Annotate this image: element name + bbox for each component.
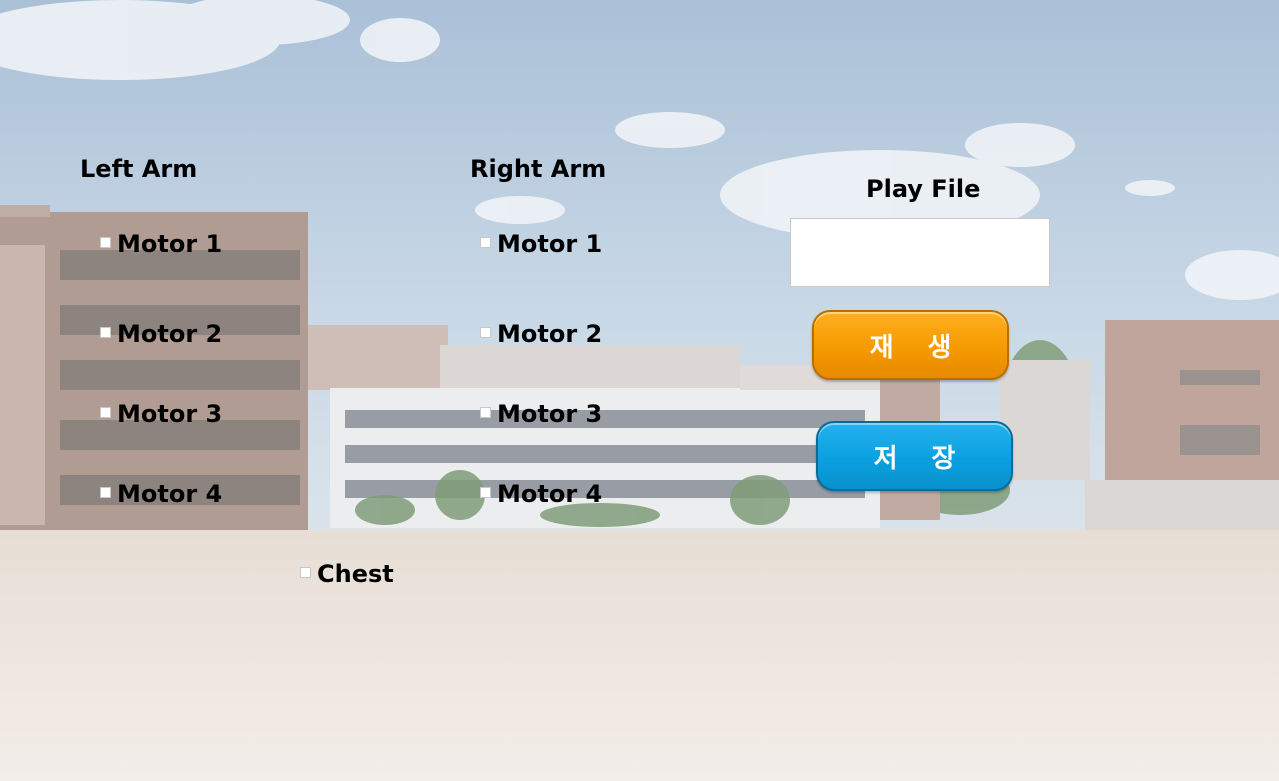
left-arm-motor-1-label: Motor 1 xyxy=(117,230,223,258)
right-arm-heading: Right Arm xyxy=(470,155,607,183)
left-arm-heading: Left Arm xyxy=(80,155,198,183)
left-arm-motor-4-checkbox[interactable] xyxy=(100,486,111,498)
left-arm-motor-2-row[interactable]: Motor 2 xyxy=(100,320,222,348)
right-arm-motor-1-label: Motor 1 xyxy=(497,230,603,258)
left-arm-motor-3-checkbox[interactable] xyxy=(100,406,111,418)
save-button[interactable]: 저장 xyxy=(816,421,1013,491)
left-arm-motor-3-row[interactable]: Motor 3 xyxy=(100,400,222,428)
right-arm-motor-3-row[interactable]: Motor 3 xyxy=(480,400,602,428)
left-arm-motor-4-row[interactable]: Motor 4 xyxy=(100,480,222,508)
chest-label: Chest xyxy=(317,560,394,588)
right-arm-motor-2-label: Motor 2 xyxy=(497,320,603,348)
left-arm-motor-4-label: Motor 4 xyxy=(117,480,223,508)
play-button[interactable]: 재생 xyxy=(812,310,1009,380)
right-arm-motor-3-checkbox[interactable] xyxy=(480,406,491,418)
left-arm-motor-3-label: Motor 3 xyxy=(117,400,223,428)
chest-row[interactable]: Chest xyxy=(300,560,394,588)
right-arm-motor-4-checkbox[interactable] xyxy=(480,486,491,498)
right-arm-motor-3-label: Motor 3 xyxy=(497,400,603,428)
play-file-input[interactable] xyxy=(790,218,1050,287)
chest-checkbox[interactable] xyxy=(300,566,311,578)
right-arm-motor-4-row[interactable]: Motor 4 xyxy=(480,480,602,508)
right-arm-motor-4-label: Motor 4 xyxy=(497,480,603,508)
left-arm-motor-2-label: Motor 2 xyxy=(117,320,223,348)
background-schoolyard-image xyxy=(0,0,1279,781)
right-arm-motor-1-checkbox[interactable] xyxy=(480,236,491,248)
left-arm-motor-1-row[interactable]: Motor 1 xyxy=(100,230,222,258)
right-arm-motor-1-row[interactable]: Motor 1 xyxy=(480,230,602,258)
play-file-heading: Play File xyxy=(866,175,981,203)
left-arm-motor-2-checkbox[interactable] xyxy=(100,326,111,338)
right-arm-motor-2-row[interactable]: Motor 2 xyxy=(480,320,602,348)
left-arm-motor-1-checkbox[interactable] xyxy=(100,236,111,248)
right-arm-motor-2-checkbox[interactable] xyxy=(480,326,491,338)
